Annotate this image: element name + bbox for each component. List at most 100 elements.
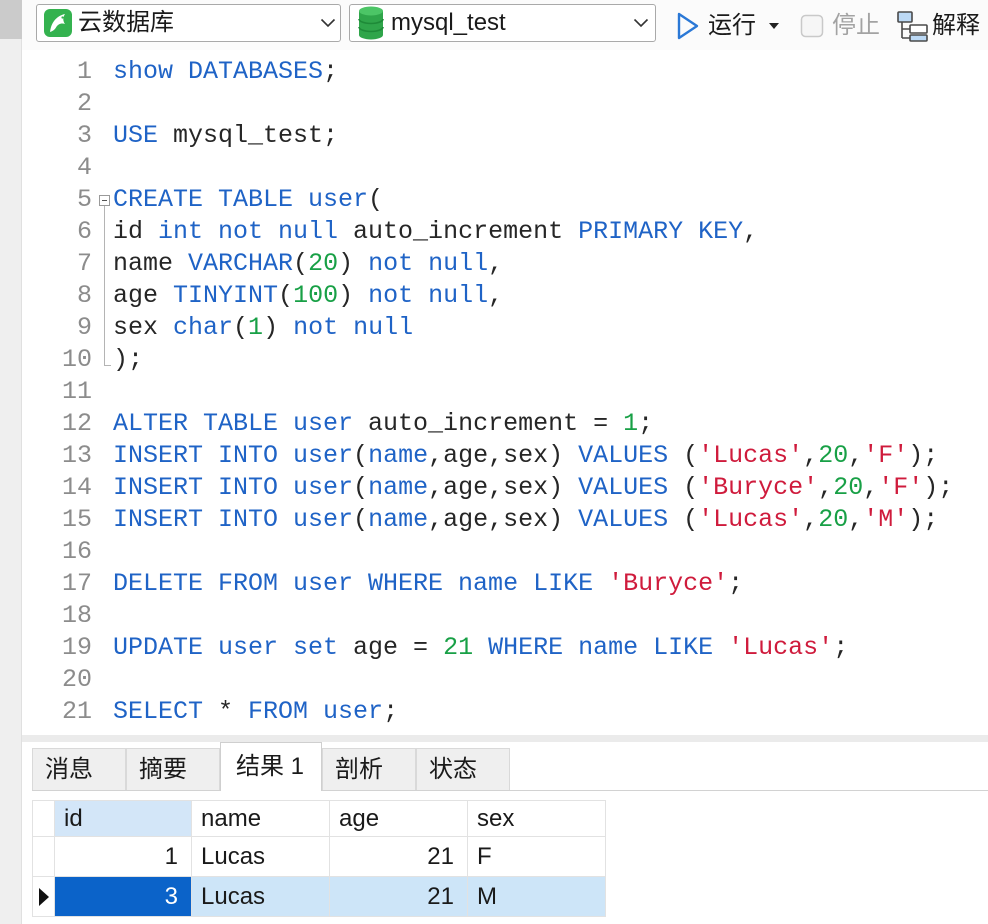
text-token[interactable]: , [803, 505, 818, 534]
fold-toggle-icon[interactable] [99, 195, 110, 206]
code-text[interactable]: DELETE FROM user WHERE name LIKE 'Buryce… [113, 568, 743, 600]
text-token[interactable]: ( [278, 281, 293, 310]
keyword-token[interactable]: VALUES [578, 505, 668, 534]
panel-splitter[interactable] [22, 735, 988, 742]
text-token[interactable]: ( [353, 473, 368, 502]
code-text[interactable]: name VARCHAR(20) not null, [113, 248, 503, 280]
code-text[interactable]: UPDATE user set age = 21 WHERE name LIKE… [113, 632, 848, 664]
number-token[interactable]: 20 [308, 249, 338, 278]
keyword-token[interactable]: INSERT INTO user [113, 473, 353, 502]
text-token[interactable]: ); [908, 441, 938, 470]
code-line[interactable]: 14 INSERT INTO user(name,age,sex) VALUES … [22, 472, 988, 504]
row-indicator[interactable] [32, 876, 55, 917]
code-line[interactable]: 5 CREATE TABLE user( [22, 184, 988, 216]
code-line[interactable]: 18 [22, 600, 988, 632]
keyword-token[interactable]: int not null [158, 217, 338, 246]
text-token[interactable]: age [113, 281, 173, 310]
code-text[interactable]: USE mysql_test; [113, 120, 338, 152]
column-header-sex[interactable]: sex [467, 800, 606, 837]
keyword-token[interactable]: UPDATE user set [113, 633, 338, 662]
number-token[interactable]: 20 [833, 473, 863, 502]
column-header-name[interactable]: name [191, 800, 330, 837]
code-line[interactable]: 7 name VARCHAR(20) not null, [22, 248, 988, 280]
text-token[interactable]: ); [113, 345, 143, 374]
text-token[interactable] [593, 569, 608, 598]
text-token[interactable]: ( [353, 505, 368, 534]
text-token[interactable]: ,age,sex) [428, 505, 578, 534]
text-token[interactable]: ( [668, 441, 698, 470]
keyword-token[interactable]: DELETE FROM user WHERE name LIKE [113, 569, 593, 598]
code-line[interactable]: 19 UPDATE user set age = 21 WHERE name LI… [22, 632, 988, 664]
keyword-token[interactable]: name [368, 473, 428, 502]
code-line[interactable]: 6 id int not null auto_increment PRIMARY … [22, 216, 988, 248]
text-token[interactable]: name [113, 249, 188, 278]
table-row[interactable]: 1 Lucas 21 F [32, 836, 606, 877]
grid-cell-sex[interactable]: F [467, 836, 606, 877]
number-token[interactable]: 20 [818, 441, 848, 470]
text-token[interactable]: ( [353, 441, 368, 470]
code-text[interactable]: sex char(1) not null [113, 312, 413, 344]
text-token[interactable]: , [488, 281, 503, 310]
code-line[interactable]: 20 [22, 664, 988, 696]
row-indicator[interactable] [32, 836, 55, 877]
text-token[interactable]: , [848, 505, 863, 534]
keyword-token[interactable]: FROM user [248, 697, 383, 726]
explain-button[interactable]: 解释 [896, 7, 982, 45]
code-line[interactable]: 3 USE mysql_test; [22, 120, 988, 152]
number-token[interactable]: 20 [818, 505, 848, 534]
keyword-token[interactable]: TINYINT [173, 281, 278, 310]
tab-messages[interactable]: 消息 [32, 748, 126, 790]
number-token[interactable]: 21 [443, 633, 473, 662]
code-text[interactable]: INSERT INTO user(name,age,sex) VALUES ('… [113, 440, 938, 472]
code-lines[interactable]: 1 show DATABASES; 2 3 USE mysql_test; 4 5 CREAT… [22, 56, 988, 728]
code-text[interactable]: ALTER TABLE user auto_increment = 1; [113, 408, 653, 440]
string-token[interactable]: 'Buryce' [698, 473, 818, 502]
tab-status[interactable]: 状态 [416, 748, 510, 790]
run-button[interactable]: 运行 [676, 7, 780, 45]
keyword-token[interactable]: VARCHAR [188, 249, 293, 278]
text-token[interactable]: mysql_test; [158, 121, 338, 150]
keyword-token[interactable]: name [368, 441, 428, 470]
code-line[interactable]: 4 [22, 152, 988, 184]
text-token[interactable]: ; [638, 409, 653, 438]
keyword-token[interactable]: CREATE TABLE user [113, 185, 368, 214]
code-text[interactable]: CREATE TABLE user( [113, 184, 383, 216]
text-token[interactable]: * [203, 697, 248, 726]
code-line[interactable]: 10); [22, 344, 988, 376]
keyword-token[interactable]: INSERT INTO user [113, 505, 353, 534]
keyword-token[interactable]: SELECT [113, 697, 203, 726]
string-token[interactable]: 'F' [863, 441, 908, 470]
text-token[interactable]: ,age,sex) [428, 441, 578, 470]
grid-cell-sex[interactable]: M [467, 876, 606, 917]
run-options-dropdown-icon[interactable] [768, 22, 780, 30]
code-line[interactable]: 1 show DATABASES; [22, 56, 988, 88]
code-line[interactable]: 15 INSERT INTO user(name,age,sex) VALUES … [22, 504, 988, 536]
text-token[interactable]: , [818, 473, 833, 502]
text-token[interactable]: , [803, 441, 818, 470]
tab-summary[interactable]: 摘要 [126, 748, 220, 790]
text-token[interactable]: sex [113, 313, 173, 342]
text-token[interactable]: id [113, 217, 158, 246]
keyword-token[interactable]: not null [293, 313, 413, 342]
number-token[interactable]: 1 [248, 313, 263, 342]
keyword-token[interactable]: WHERE name LIKE [488, 633, 713, 662]
text-token[interactable]: , [488, 249, 503, 278]
grid-cell-id[interactable]: 3 [54, 876, 192, 917]
code-line[interactable]: 16 [22, 536, 988, 568]
text-token[interactable]: ; [323, 57, 338, 86]
text-token[interactable]: ; [728, 569, 743, 598]
keyword-token[interactable]: INSERT INTO user [113, 441, 353, 470]
text-token[interactable]: ) [338, 281, 368, 310]
text-token[interactable]: ( [293, 249, 308, 278]
grid-cell-id[interactable]: 1 [54, 836, 192, 877]
grid-cell-age[interactable]: 21 [329, 876, 468, 917]
code-line[interactable]: 12 ALTER TABLE user auto_increment = 1; [22, 408, 988, 440]
code-text[interactable]: ); [113, 344, 143, 376]
number-token[interactable]: 1 [623, 409, 638, 438]
text-token[interactable]: ); [923, 473, 953, 502]
connection-select[interactable]: 云数据库 [36, 4, 341, 42]
number-token[interactable]: 100 [293, 281, 338, 310]
string-token[interactable]: 'Lucas' [698, 441, 803, 470]
keyword-token[interactable]: show DATABASES [113, 57, 323, 86]
string-token[interactable]: 'M' [863, 505, 908, 534]
